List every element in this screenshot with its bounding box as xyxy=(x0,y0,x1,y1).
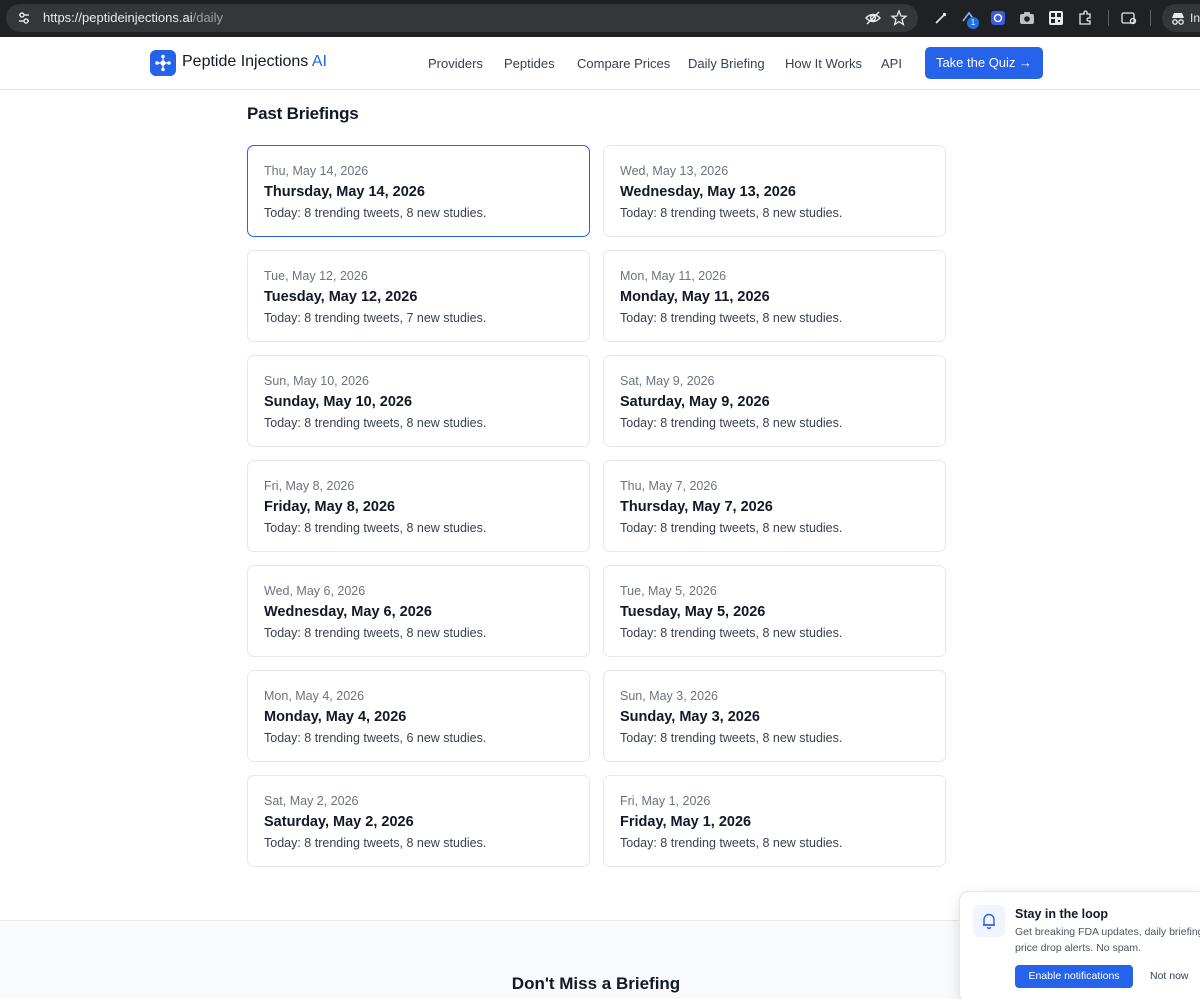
briefing-card[interactable]: Sat, May 2, 2026 Saturday, May 2, 2026 T… xyxy=(247,775,590,867)
extension-puzzle-icon[interactable] xyxy=(1076,9,1094,27)
side-panel-icon[interactable] xyxy=(1120,9,1138,27)
briefing-date: Tue, May 12, 2026 xyxy=(264,269,368,283)
url-path: /daily xyxy=(192,10,223,25)
briefing-card[interactable]: Sat, May 9, 2026 Saturday, May 9, 2026 T… xyxy=(603,355,946,447)
briefing-date: Sun, May 3, 2026 xyxy=(620,689,718,703)
briefing-summary: Today: 8 trending tweets, 8 new studies. xyxy=(264,206,487,220)
briefing-date: Sun, May 10, 2026 xyxy=(264,374,369,388)
section-title: Past Briefings xyxy=(247,104,359,123)
take-quiz-button[interactable]: Take the Quiz → xyxy=(925,47,1043,79)
briefing-date: Thu, May 14, 2026 xyxy=(264,164,369,178)
nav-how-it-works[interactable]: How It Works xyxy=(785,56,862,71)
briefing-card[interactable]: Mon, May 11, 2026 Monday, May 11, 2026 T… xyxy=(603,250,946,342)
briefing-date: Fri, May 1, 2026 xyxy=(620,794,711,808)
briefing-date: Thu, May 7, 2026 xyxy=(620,479,718,493)
briefing-title: Friday, May 1, 2026 xyxy=(620,814,752,830)
briefing-date: Sat, May 2, 2026 xyxy=(264,794,359,808)
briefing-title: Sunday, May 3, 2026 xyxy=(620,709,760,725)
toolbar-divider xyxy=(1150,10,1151,26)
browser-toolbar: https://peptideinjections.ai/daily 1 In xyxy=(0,0,1200,37)
briefing-summary: Today: 8 trending tweets, 8 new studies. xyxy=(264,521,487,535)
url-text[interactable]: https://peptideinjections.ai/daily xyxy=(43,10,223,25)
briefing-date: Sat, May 9, 2026 xyxy=(620,374,715,388)
briefing-title: Thursday, May 7, 2026 xyxy=(620,499,773,515)
briefing-summary: Today: 8 trending tweets, 7 new studies. xyxy=(264,311,487,325)
briefing-summary: Today: 8 trending tweets, 8 new studies. xyxy=(620,311,843,325)
notification-title: Stay in the loop xyxy=(1015,907,1109,921)
briefing-title: Sunday, May 10, 2026 xyxy=(264,394,413,410)
briefing-card[interactable]: Tue, May 5, 2026 Tuesday, May 5, 2026 To… xyxy=(603,565,946,657)
briefing-card[interactable]: Wed, May 13, 2026 Wednesday, May 13, 202… xyxy=(603,145,946,237)
address-bar[interactable]: https://peptideinjections.ai/daily xyxy=(6,4,918,32)
briefing-title: Saturday, May 2, 2026 xyxy=(264,814,414,830)
logo-accent: AI xyxy=(311,53,327,70)
briefing-title: Saturday, May 9, 2026 xyxy=(620,394,770,410)
star-icon[interactable] xyxy=(890,9,908,27)
toolbar-divider xyxy=(1108,10,1109,26)
briefing-summary: Today: 8 trending tweets, 8 new studies. xyxy=(620,521,843,535)
briefing-summary: Today: 8 trending tweets, 6 new studies. xyxy=(264,731,487,745)
eye-off-icon[interactable] xyxy=(864,9,882,27)
briefing-title: Thursday, May 14, 2026 xyxy=(264,184,425,200)
logo-name: Peptide Injections xyxy=(182,53,309,70)
briefing-title: Tuesday, May 5, 2026 xyxy=(620,604,766,620)
notification-body: Get breaking FDA updates, daily briefing… xyxy=(1015,926,1200,954)
extension-gear-icon[interactable] xyxy=(989,9,1007,27)
site-header: Peptide Injections AI Providers Peptides… xyxy=(0,37,1200,90)
briefing-summary: Today: 8 trending tweets, 8 new studies. xyxy=(620,731,843,745)
url-host: https://peptideinjections.ai xyxy=(43,10,193,25)
briefing-summary: Today: 8 trending tweets, 8 new studies. xyxy=(620,626,843,640)
briefing-card[interactable]: Fri, May 1, 2026 Friday, May 1, 2026 Tod… xyxy=(603,775,946,867)
bell-icon xyxy=(973,905,1005,937)
briefing-summary: Today: 8 trending tweets, 8 new studies. xyxy=(264,836,487,850)
notification-prompt: Stay in the loop Get breaking FDA update… xyxy=(959,891,1200,999)
profile-label: In xyxy=(1190,11,1200,25)
briefing-summary: Today: 8 trending tweets, 8 new studies. xyxy=(620,836,843,850)
nav-daily-briefing[interactable]: Daily Briefing xyxy=(688,56,765,71)
briefing-summary: Today: 8 trending tweets, 8 new studies. xyxy=(620,206,843,220)
logo-text[interactable]: Peptide Injections AI xyxy=(182,53,327,71)
briefing-title: Monday, May 4, 2026 xyxy=(264,709,407,725)
camera-icon[interactable] xyxy=(1018,9,1036,27)
briefing-card[interactable]: Sun, May 3, 2026 Sunday, May 3, 2026 Tod… xyxy=(603,670,946,762)
briefing-date: Wed, May 13, 2026 xyxy=(620,164,729,178)
tune-icon[interactable] xyxy=(16,10,32,26)
briefing-title: Monday, May 11, 2026 xyxy=(620,289,770,305)
briefing-card[interactable]: Wed, May 6, 2026 Wednesday, May 6, 2026 … xyxy=(247,565,590,657)
briefing-date: Mon, May 11, 2026 xyxy=(620,269,727,283)
not-now-button[interactable]: Not now xyxy=(1150,970,1189,982)
briefing-summary: Today: 8 trending tweets, 8 new studies. xyxy=(264,626,487,640)
briefing-card[interactable]: Mon, May 4, 2026 Monday, May 4, 2026 Tod… xyxy=(247,670,590,762)
nav-peptides[interactable]: Peptides xyxy=(504,56,555,71)
briefing-title: Friday, May 8, 2026 xyxy=(264,499,396,515)
briefing-title: Wednesday, May 13, 2026 xyxy=(620,184,796,200)
nav-compare-prices[interactable]: Compare Prices xyxy=(577,56,670,71)
briefings-grid: Thu, May 14, 2026 Thursday, May 14, 2026… xyxy=(247,145,946,867)
extension-badge: 1 xyxy=(967,17,979,29)
extension-pin-icon[interactable] xyxy=(932,9,950,27)
briefing-summary: Today: 8 trending tweets, 8 new studies. xyxy=(264,416,487,430)
briefing-title: Tuesday, May 12, 2026 xyxy=(264,289,418,305)
briefing-summary: Today: 8 trending tweets, 8 new studies. xyxy=(620,416,843,430)
briefing-title: Wednesday, May 6, 2026 xyxy=(264,604,432,620)
qr-code-icon[interactable] xyxy=(1047,9,1065,27)
logo-mark-icon[interactable] xyxy=(150,50,176,76)
nav-providers[interactable]: Providers xyxy=(428,56,483,71)
briefing-date: Fri, May 8, 2026 xyxy=(264,479,355,493)
briefing-card[interactable]: Tue, May 12, 2026 Tuesday, May 12, 2026 … xyxy=(247,250,590,342)
enable-notifications-button[interactable]: Enable notifications xyxy=(1015,965,1133,988)
briefing-card[interactable]: Fri, May 8, 2026 Friday, May 8, 2026 Tod… xyxy=(247,460,590,552)
briefing-card[interactable]: Thu, May 7, 2026 Thursday, May 7, 2026 T… xyxy=(603,460,946,552)
briefing-date: Wed, May 6, 2026 xyxy=(264,584,366,598)
briefing-date: Tue, May 5, 2026 xyxy=(620,584,717,598)
briefing-date: Mon, May 4, 2026 xyxy=(264,689,365,703)
nav-api[interactable]: API xyxy=(881,56,902,71)
briefing-card[interactable]: Sun, May 10, 2026 Sunday, May 10, 2026 T… xyxy=(247,355,590,447)
briefing-card[interactable]: Thu, May 14, 2026 Thursday, May 14, 2026… xyxy=(247,145,590,237)
incognito-icon xyxy=(1172,13,1184,25)
